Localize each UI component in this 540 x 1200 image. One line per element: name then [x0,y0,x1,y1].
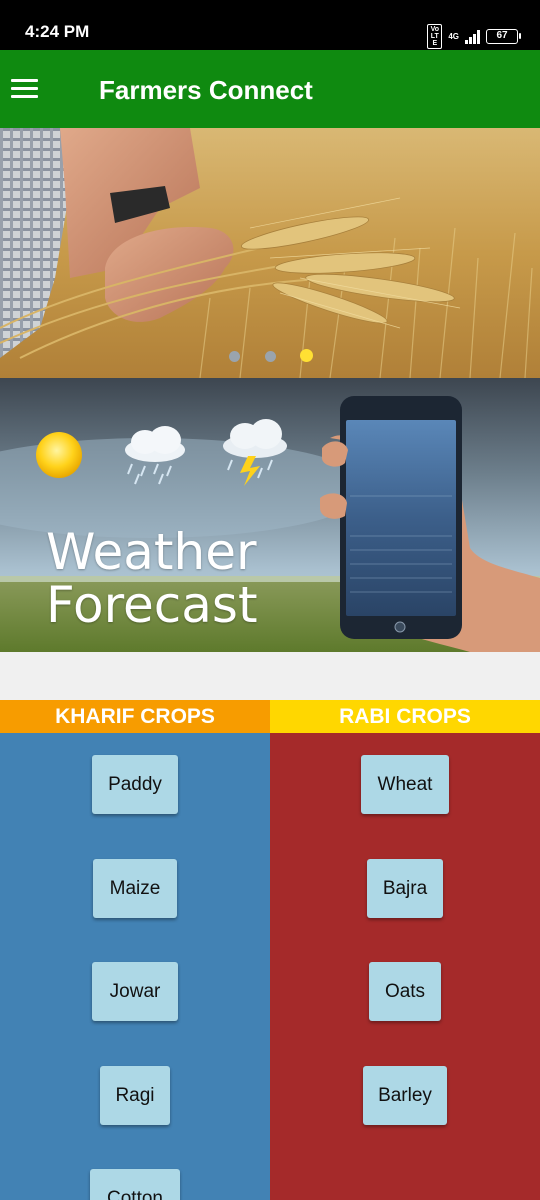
crop-button-wheat[interactable]: Wheat [361,755,449,814]
crop-button-barley[interactable]: Barley [363,1066,447,1125]
status-time: 4:24 PM [25,22,90,41]
section-spacer [0,652,540,700]
hamburger-menu-icon[interactable] [11,79,38,99]
network-type-label: 4G [448,31,459,41]
crop-button-bajra[interactable]: Bajra [367,859,443,918]
kharif-crops-section: KHARIF CROPS Paddy Maize Jowar Ragi Cott… [0,700,270,1200]
wheat-field-hand-image [0,128,540,378]
rabi-crops-section: RABI CROPS Wheat Bajra Oats Barley [270,700,540,1200]
kharif-crops-header: KHARIF CROPS [0,700,270,733]
weather-title-line-1: Weather [46,523,257,581]
app-screen: 4:24 PM Vo LTE 4G 67 Farmers Connect Wea… [0,0,540,1200]
carousel-dot-1[interactable] [229,351,240,362]
app-title: Farmers Connect [99,75,313,105]
status-bar: 4:24 PM Vo LTE 4G 67 [0,0,540,50]
battery-icon: 67 [486,29,521,44]
crop-button-jowar[interactable]: Jowar [92,962,178,1021]
image-carousel[interactable] [0,128,540,378]
status-icons: Vo LTE 4G 67 [427,24,521,49]
crop-button-ragi[interactable]: Ragi [100,1066,170,1125]
carousel-indicator [0,348,540,364]
weather-title-line-2: Forecast [46,576,258,634]
volte-icon: Vo LTE [427,24,443,49]
carousel-dot-3[interactable] [300,349,313,362]
rabi-crops-header: RABI CROPS [270,700,540,733]
app-bar: Farmers Connect [0,50,540,128]
crop-button-cotton[interactable]: Cotton [90,1169,180,1200]
weather-forecast-banner[interactable]: Weather Forecast [0,378,540,652]
crop-button-maize[interactable]: Maize [93,859,177,918]
carousel-dot-2[interactable] [265,351,276,362]
crop-button-oats[interactable]: Oats [369,962,441,1021]
signal-strength-icon [465,29,480,44]
crop-button-paddy[interactable]: Paddy [92,755,178,814]
